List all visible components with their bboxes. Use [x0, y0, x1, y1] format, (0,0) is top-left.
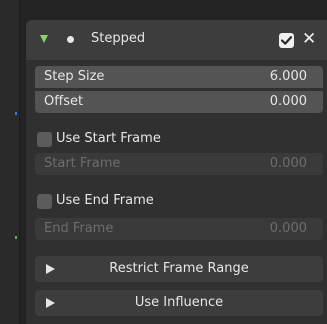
offset-value: 0.000 — [269, 94, 307, 109]
step-size-value: 6.000 — [269, 69, 307, 84]
start-frame-label: Start Frame — [44, 156, 121, 171]
stepped-modifier-panel: Stepped ✕ Step Size 6.000 Offset 0.000 U… — [26, 20, 327, 324]
dot-icon — [67, 36, 74, 43]
start-frame-field: Start Frame 0.000 — [35, 153, 323, 175]
step-size-field[interactable]: Step Size 6.000 — [35, 66, 323, 88]
checkbox-unchecked-icon[interactable] — [37, 132, 52, 147]
start-frame-value: 0.000 — [269, 156, 307, 171]
step-size-label: Step Size — [44, 69, 105, 84]
modifier-header[interactable]: Stepped ✕ — [26, 20, 327, 60]
use-start-frame-label: Use Start Frame — [56, 131, 161, 146]
restrict-frame-range-subpanel[interactable]: Restrict Frame Range — [35, 256, 323, 282]
modifier-title: Stepped — [91, 31, 146, 46]
triangle-down-icon[interactable] — [40, 35, 48, 43]
timeline-strip — [0, 0, 20, 324]
offset-field[interactable]: Offset 0.000 — [35, 91, 323, 113]
use-start-frame-checkbox[interactable]: Use Start Frame — [37, 131, 317, 149]
checkbox-unchecked-icon[interactable] — [37, 194, 52, 209]
modifier-editor: Stepped ✕ Step Size 6.000 Offset 0.000 U… — [0, 0, 327, 324]
keyframe-marker — [15, 112, 17, 115]
use-end-frame-label: Use End Frame — [56, 193, 154, 208]
use-end-frame-checkbox[interactable]: Use End Frame — [37, 193, 317, 211]
keyframe-marker — [15, 236, 17, 239]
end-frame-field: End Frame 0.000 — [35, 218, 323, 240]
subpanel-label: Use Influence — [134, 295, 224, 310]
close-icon[interactable]: ✕ — [302, 29, 318, 49]
end-frame-label: End Frame — [44, 221, 114, 236]
subpanel-label: Restrict Frame Range — [109, 261, 249, 276]
end-frame-value: 0.000 — [269, 221, 307, 236]
checkbox-checked-icon[interactable] — [279, 33, 294, 48]
use-influence-subpanel[interactable]: Use Influence — [35, 290, 323, 316]
offset-label: Offset — [44, 94, 84, 109]
